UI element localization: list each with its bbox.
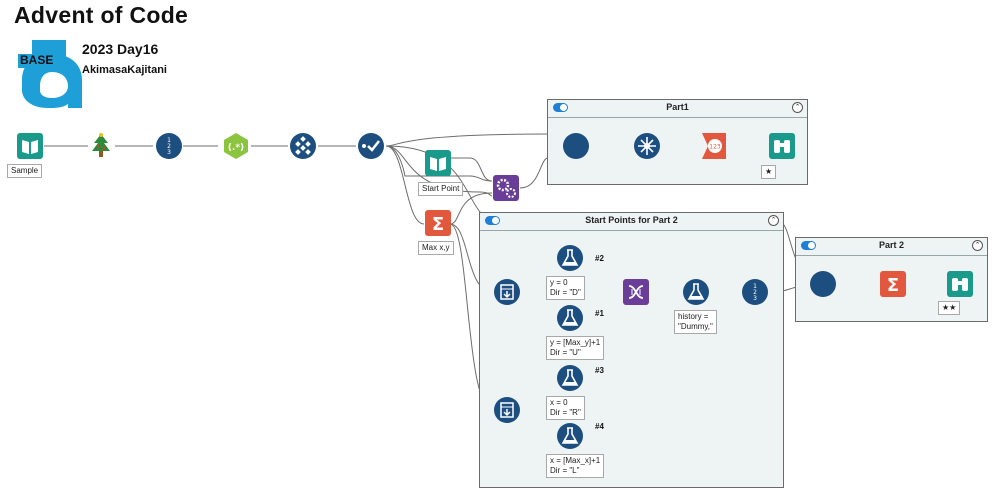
collapse-icon[interactable]: ⌃ xyxy=(972,240,983,251)
christmas-tree-icon[interactable] xyxy=(87,132,115,160)
container-header: Part 2 ⌃ xyxy=(796,238,987,256)
svg-text:3: 3 xyxy=(167,149,171,156)
annotation-formula-right: x = 0 Dir = "R" xyxy=(546,396,585,420)
tag-4: #4 xyxy=(595,422,604,431)
container-title: Part1 xyxy=(666,102,689,112)
collapse-icon[interactable]: ⌃ xyxy=(768,215,779,226)
svg-text:123: 123 xyxy=(709,144,721,151)
container-header: Part1 ⌃ xyxy=(548,100,807,118)
tag-2: #2 xyxy=(595,254,604,263)
record-id-icon[interactable]: 123 xyxy=(155,132,183,160)
book-icon[interactable] xyxy=(424,149,452,177)
binoculars-icon[interactable] xyxy=(768,132,796,160)
author-label: AkimasaKajitani xyxy=(82,64,167,76)
annotation-star2: ★★ xyxy=(938,301,961,315)
annotation-star1: ★ xyxy=(761,165,777,179)
container-title: Start Points for Part 2 xyxy=(585,215,678,225)
text-to-columns-icon[interactable] xyxy=(289,132,317,160)
flask-icon[interactable] xyxy=(556,244,584,272)
svg-text:Σ: Σ xyxy=(887,275,899,296)
flask-icon[interactable] xyxy=(556,422,584,450)
year-day-label: 2023 Day16 xyxy=(82,41,159,57)
macro-gears-icon[interactable] xyxy=(492,174,520,202)
select-icon[interactable] xyxy=(357,132,385,160)
binoculars-icon[interactable] xyxy=(946,270,974,298)
record-id-icon[interactable]: 123 xyxy=(741,278,769,306)
flask-icon[interactable] xyxy=(556,364,584,392)
flask-icon[interactable] xyxy=(556,304,584,332)
svg-text:Σ: Σ xyxy=(432,214,444,235)
crosstab-icon[interactable] xyxy=(633,132,661,160)
sigma-icon[interactable]: Σ xyxy=(424,209,452,237)
svg-text:3: 3 xyxy=(753,295,757,302)
generate-rows-icon[interactable] xyxy=(493,396,521,424)
book-icon[interactable] xyxy=(16,132,44,160)
annotation-formula-left: x = [Max_x]+1 Dir = "L" xyxy=(546,454,605,478)
sigma-icon[interactable]: Σ xyxy=(879,270,907,298)
annotation-sample: Sample xyxy=(7,164,43,178)
tag-1: #1 xyxy=(595,309,604,318)
container-header: Start Points for Part 2 ⌃ xyxy=(480,213,783,231)
tag-3: #3 xyxy=(595,366,604,375)
annotation-max-xy: Max x,y xyxy=(418,241,454,255)
macro-circle-icon[interactable] xyxy=(809,270,837,298)
regex-icon[interactable]: (.*) xyxy=(222,132,250,160)
base-logo: BASE xyxy=(18,40,86,108)
macro-circle-icon[interactable] xyxy=(562,132,590,160)
count-records-icon[interactable]: 123 xyxy=(699,132,727,160)
container-title: Part 2 xyxy=(878,240,904,250)
generate-rows-icon[interactable] xyxy=(493,278,521,306)
collapse-icon[interactable]: ⌃ xyxy=(792,102,803,113)
flask-icon[interactable] xyxy=(682,278,710,306)
logo-text: BASE xyxy=(20,53,54,67)
annotation-start-point: Start Point xyxy=(418,182,464,196)
annotation-formula-up: y = [Max_y]+1 Dir = "U" xyxy=(546,336,605,360)
union-dna-icon[interactable] xyxy=(622,278,650,306)
container-start-points[interactable]: Start Points for Part 2 ⌃ xyxy=(479,212,784,488)
page-title: Advent of Code xyxy=(14,2,189,28)
svg-text:(.*): (.*) xyxy=(228,143,244,153)
annotation-history: history = "Dummy," xyxy=(674,310,717,334)
annotation-formula-top: y = 0 Dir = "D" xyxy=(546,276,585,300)
